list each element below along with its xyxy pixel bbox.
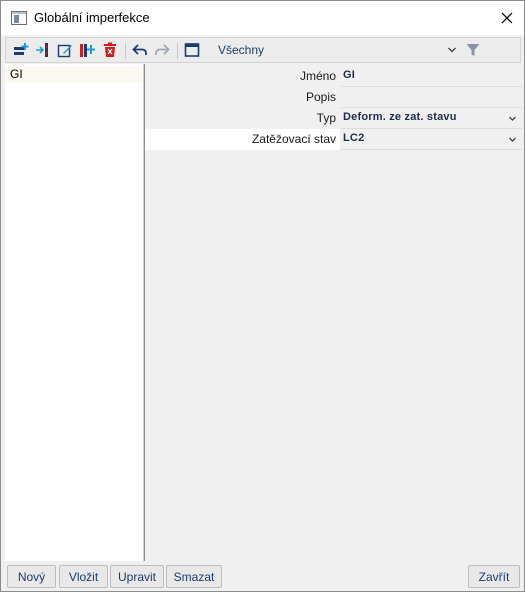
name-field[interactable]: GI bbox=[341, 66, 522, 87]
new-button[interactable]: Nový bbox=[7, 565, 56, 588]
load-case-select[interactable]: LC2 bbox=[341, 129, 522, 150]
window-app-icon bbox=[11, 11, 27, 25]
insert-item-button[interactable] bbox=[34, 41, 52, 59]
type-select[interactable]: Deform. ze zat. stavu bbox=[341, 108, 522, 129]
insert-item-icon bbox=[36, 43, 48, 57]
funnel-icon[interactable] bbox=[465, 42, 481, 58]
chevron-down-icon[interactable] bbox=[446, 44, 458, 56]
load-case-select-value: LC2 bbox=[343, 132, 365, 144]
new-item-button[interactable] bbox=[12, 41, 30, 59]
table-view-button[interactable] bbox=[183, 41, 201, 59]
delete-item-icon bbox=[104, 42, 116, 57]
window-title: Globální imperfekce bbox=[34, 10, 150, 25]
property-row-name: Jméno GI bbox=[145, 66, 522, 87]
toolbar: Všechny bbox=[5, 37, 521, 63]
property-row-type: Typ Deform. ze zat. stavu bbox=[145, 108, 522, 129]
property-label: Jméno bbox=[299, 69, 336, 83]
imperfection-list[interactable]: GI bbox=[5, 64, 145, 561]
toolbar-separator bbox=[177, 43, 178, 59]
delete-button[interactable]: Smazat bbox=[166, 565, 222, 588]
undo-button[interactable] bbox=[131, 41, 149, 59]
redo-icon bbox=[155, 44, 170, 55]
toolbar-separator bbox=[125, 43, 126, 59]
edit-item-icon bbox=[57, 44, 72, 58]
edit-item-button[interactable] bbox=[56, 41, 74, 59]
undo-icon bbox=[132, 44, 147, 55]
property-row-load-case: Zatěžovací stav LC2 bbox=[145, 129, 522, 150]
dialog-window: Globální imperfekce Všechny GI Jméno GI … bbox=[0, 0, 525, 592]
property-label: Popis bbox=[305, 90, 336, 104]
redo-button[interactable] bbox=[153, 41, 171, 59]
property-label: Typ bbox=[316, 111, 336, 125]
type-select-value: Deform. ze zat. stavu bbox=[343, 111, 457, 123]
table-view-icon bbox=[184, 43, 200, 57]
copy-item-icon bbox=[80, 44, 95, 57]
property-row-description: Popis bbox=[145, 87, 522, 108]
delete-item-button[interactable] bbox=[101, 41, 119, 59]
insert-button[interactable]: Vložit bbox=[59, 565, 108, 588]
filter-select[interactable]: Všechny bbox=[218, 43, 264, 57]
new-item-icon bbox=[14, 43, 29, 55]
description-field[interactable] bbox=[341, 87, 522, 108]
chevron-down-icon[interactable] bbox=[508, 135, 517, 144]
close-icon bbox=[501, 12, 513, 24]
edit-button[interactable]: Upravit bbox=[110, 565, 164, 588]
property-label: Zatěžovací stav bbox=[145, 129, 340, 150]
chevron-down-icon[interactable] bbox=[508, 114, 517, 123]
close-button[interactable]: Zavřít bbox=[468, 565, 520, 588]
close-window-button[interactable] bbox=[490, 1, 524, 35]
title-bar: Globální imperfekce bbox=[1, 1, 524, 35]
copy-item-button[interactable] bbox=[78, 41, 96, 59]
list-item[interactable]: GI bbox=[5, 66, 142, 83]
property-grid: Jméno GI Popis Typ Deform. ze zat. stavu… bbox=[145, 64, 522, 561]
